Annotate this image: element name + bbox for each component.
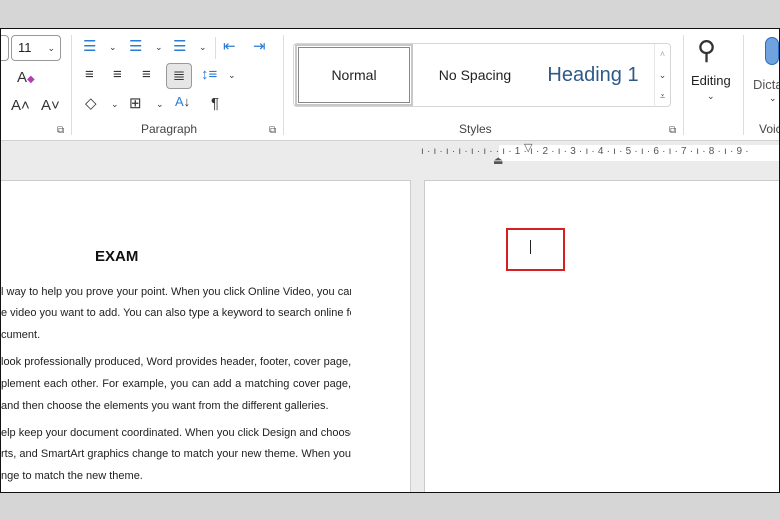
- cursor-highlight-box: [506, 228, 565, 271]
- word-window: 11 ⌄ A◆ A˄ A˅ ⧉ ☰ ⌄ ☰ ⌄ ☰ ⌄ ⇤ ⇥ ≡ ≡ ≡ ≣ ↕…: [0, 28, 780, 493]
- search-icon: ⚲: [697, 35, 717, 65]
- sort-icon[interactable]: A↓: [175, 93, 190, 111]
- ribbon: 11 ⌄ A◆ A˄ A˅ ⧉ ☰ ⌄ ☰ ⌄ ☰ ⌄ ⇤ ⇥ ≡ ≡ ≡ ≣ ↕…: [1, 29, 780, 141]
- editing-button[interactable]: ⚲ Editing ⌄: [687, 35, 737, 110]
- styles-gallery: Normal No Spacing Heading 1 ˄ ⌄ ⩡: [293, 43, 671, 107]
- font-size-dropdown[interactable]: 11 ⌄: [11, 35, 61, 61]
- divider: [743, 35, 744, 135]
- microphone-icon: [765, 37, 779, 65]
- multilevel-list-icon[interactable]: ☰: [173, 38, 186, 56]
- ruler-marks: ı · ı · ı · ı · ı · ı · · ı · 1 · ı · 2 …: [421, 146, 749, 157]
- chevron-down-icon: ⌄: [707, 91, 715, 101]
- text-line: look professionally produced, Word provi…: [1, 356, 351, 368]
- grow-font-icon[interactable]: A˄: [11, 97, 30, 115]
- font-name-dropdown[interactable]: [1, 35, 9, 61]
- align-right-icon[interactable]: ≡: [142, 66, 151, 84]
- styles-group-label: Styles: [459, 122, 492, 136]
- font-size-value: 11: [18, 40, 32, 55]
- text-line: nge to match the new theme.: [1, 470, 143, 482]
- text-line: e video you want to add. You can also ty…: [1, 307, 351, 319]
- first-line-indent-marker[interactable]: ▽: [524, 141, 532, 154]
- font-dialog-launcher-icon[interactable]: ⧉: [57, 125, 64, 136]
- divider: [683, 35, 684, 135]
- chevron-down-icon: ⌄: [47, 43, 55, 53]
- left-indent-marker[interactable]: ⏏: [493, 154, 503, 167]
- divider: [71, 35, 72, 135]
- chevron-down-icon[interactable]: ⌄: [228, 70, 236, 81]
- text-cursor: [530, 240, 531, 254]
- styles-dialog-launcher-icon[interactable]: ⧉: [669, 125, 676, 136]
- align-left-icon[interactable]: ≡: [85, 66, 94, 84]
- numbering-icon[interactable]: ☰: [129, 38, 142, 56]
- justify-icon[interactable]: ≣: [166, 63, 192, 89]
- increase-indent-icon[interactable]: ⇥: [253, 38, 266, 56]
- dictate-button[interactable]: Dicta ⌄: [751, 35, 780, 110]
- voice-group-label: Voic: [759, 122, 780, 136]
- paragraph-dialog-launcher-icon[interactable]: ⧉: [269, 125, 276, 136]
- chevron-down-icon[interactable]: ⌄: [199, 42, 207, 53]
- shrink-font-icon[interactable]: A˅: [41, 97, 60, 115]
- paragraph-group-label: Paragraph: [141, 122, 198, 136]
- dictate-label: Dicta: [753, 77, 780, 92]
- gallery-scroll-down-icon[interactable]: ⌄: [654, 65, 670, 86]
- document-page-2[interactable]: [424, 180, 779, 492]
- text-line: cument.: [1, 329, 41, 341]
- gallery-scroll-up-icon[interactable]: ˄: [654, 44, 670, 65]
- bullets-icon[interactable]: ☰: [83, 38, 96, 56]
- chevron-down-icon[interactable]: ⌄: [111, 99, 119, 110]
- text-line: elp keep your document coordinated. When…: [1, 427, 351, 439]
- chevron-down-icon: ⌄: [769, 93, 777, 103]
- gallery-more-icon[interactable]: ⩡: [654, 86, 670, 107]
- shading-icon[interactable]: ◇: [85, 95, 97, 113]
- text-line: l way to help you prove your point. When…: [1, 286, 351, 298]
- clear-formatting-icon[interactable]: A◆: [17, 69, 35, 89]
- divider: [283, 35, 284, 135]
- borders-icon[interactable]: ⊞: [129, 95, 142, 113]
- chevron-down-icon[interactable]: ⌄: [155, 42, 163, 53]
- style-normal[interactable]: Normal: [295, 44, 413, 106]
- style-heading-1[interactable]: Heading 1: [534, 44, 652, 106]
- text-line: and then choose the elements you want fr…: [1, 400, 329, 412]
- show-formatting-marks-icon[interactable]: ¶: [211, 95, 219, 113]
- document-title: EXAM: [95, 248, 139, 265]
- line-spacing-icon[interactable]: ↕≡: [201, 66, 217, 84]
- decrease-indent-icon[interactable]: ⇤: [223, 38, 236, 56]
- editing-label: Editing: [691, 73, 731, 88]
- text-line: rts, and SmartArt graphics change to mat…: [1, 448, 351, 460]
- divider: [215, 37, 216, 59]
- text-line: plement each other. For example, you can…: [1, 378, 351, 390]
- style-no-spacing[interactable]: No Spacing: [416, 44, 534, 106]
- align-center-icon[interactable]: ≡: [113, 66, 122, 84]
- chevron-down-icon[interactable]: ⌄: [109, 42, 117, 53]
- chevron-down-icon[interactable]: ⌄: [156, 99, 164, 110]
